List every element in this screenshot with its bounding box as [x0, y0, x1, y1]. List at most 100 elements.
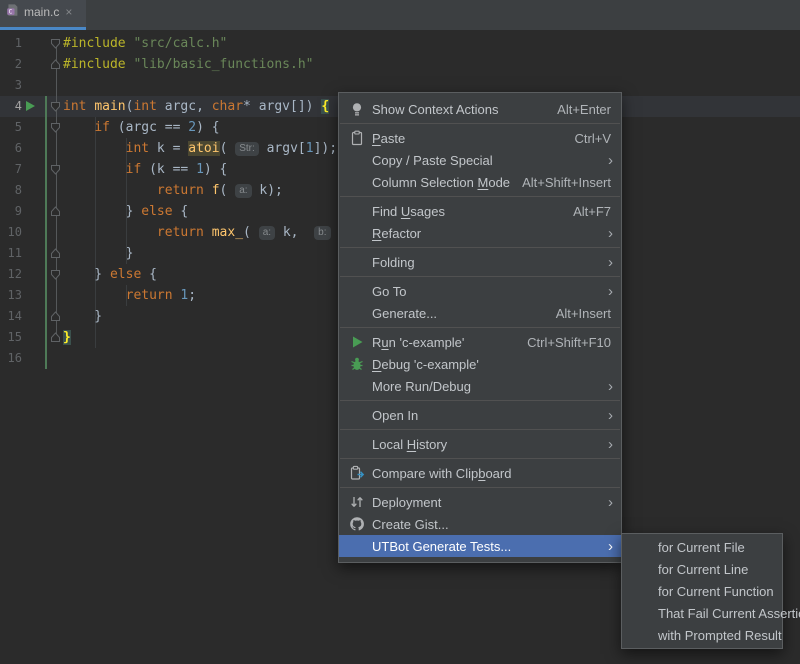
fold-marker-start[interactable]: [50, 264, 63, 285]
code-text: #include "src/calc.h": [63, 33, 227, 54]
code-text: } else {: [63, 264, 157, 285]
tab-main-c[interactable]: C main.c ×: [0, 0, 86, 30]
fold-marker-start[interactable]: [50, 33, 63, 54]
menu-separator: [340, 400, 620, 401]
menu-item-label: Show Context Actions: [372, 102, 498, 117]
menu-item-find-usages[interactable]: Find Usages Alt+F7: [339, 200, 621, 222]
menu-item-label: Refactor: [372, 226, 421, 241]
fold-marker-start[interactable]: [50, 159, 63, 180]
menu-item-label: Paste: [372, 131, 405, 146]
menu-item-more-run-debug[interactable]: More Run/Debug ›: [339, 375, 621, 397]
ide-window: C main.c × 1#include "src/calc.h"2 #inclu…: [0, 0, 800, 664]
inlay-hint: b:: [314, 226, 330, 240]
menu-item-icon-empty: [349, 254, 365, 270]
line-number-11: 11: [0, 243, 22, 264]
gutter-annotation-slot: [22, 180, 50, 201]
tab-title: main.c: [24, 5, 59, 19]
code-line-1[interactable]: 1#include "src/calc.h": [0, 33, 800, 54]
submenu-item-for-current-function[interactable]: for Current Function: [622, 580, 782, 602]
submenu-chevron-icon: ›: [608, 539, 613, 554]
submenu-item-that-fail-current-assertion[interactable]: That Fail Current Assertion: [622, 602, 782, 624]
line-number-14: 14: [0, 306, 22, 327]
code-text: #include "lib/basic_functions.h": [63, 54, 313, 75]
menu-item-copy-paste-special[interactable]: Copy / Paste Special›: [339, 149, 621, 171]
line-number-4: 4: [0, 96, 22, 117]
menu-item-column-selection-mode[interactable]: Column Selection ModeAlt+Shift+Insert: [339, 171, 621, 193]
fold-marker-end[interactable]: [50, 327, 63, 348]
submenu-chevron-icon: ›: [608, 495, 613, 510]
fold-marker-end[interactable]: [50, 54, 63, 75]
menu-item-icon-empty: [635, 583, 651, 599]
menu-separator: [340, 429, 620, 430]
compare-clipboard-icon: [349, 465, 365, 481]
fold-marker-end[interactable]: [50, 243, 63, 264]
menu-item-open-in[interactable]: Open In›: [339, 404, 621, 426]
gutter-annotation-slot: [22, 306, 50, 327]
menu-item-label: for Current Function: [658, 584, 774, 599]
menu-separator: [340, 196, 620, 197]
line-number-10: 10: [0, 222, 22, 243]
line-number-3: 3: [0, 75, 22, 96]
github-icon: [349, 516, 365, 532]
gutter-annotation-slot: [22, 54, 50, 75]
menu-item-create-gist[interactable]: Create Gist...: [339, 513, 621, 535]
fold-marker-end[interactable]: [50, 306, 63, 327]
menu-item-label: Open In: [372, 408, 418, 423]
menu-item-compare-with-clipboard[interactable]: Compare with Clipboard: [339, 462, 621, 484]
menu-item-label: That Fail Current Assertion: [658, 606, 800, 621]
tab-close-icon[interactable]: ×: [65, 6, 72, 18]
menu-item-icon-empty: [635, 605, 651, 621]
gutter-annotation-slot: [22, 201, 50, 222]
menu-item-shortcut: Ctrl+V: [575, 131, 611, 146]
clipboard-icon: [349, 130, 365, 146]
menu-item-icon-empty: [349, 407, 365, 423]
gutter-annotation-slot: [22, 138, 50, 159]
line-number-2: 2: [0, 54, 22, 75]
c-file-icon: C: [6, 3, 19, 22]
run-line-marker-icon[interactable]: [26, 101, 35, 111]
fold-marker-end[interactable]: [50, 201, 63, 222]
menu-item-label: Create Gist...: [372, 517, 449, 532]
line-number-12: 12: [0, 264, 22, 285]
menu-item-go-to[interactable]: Go To›: [339, 280, 621, 302]
menu-item-show-context-actions[interactable]: Show Context ActionsAlt+Enter: [339, 98, 621, 120]
menu-item-paste[interactable]: Paste Ctrl+V: [339, 127, 621, 149]
menu-item-shortcut: Alt+Shift+Insert: [522, 175, 611, 190]
gutter-annotation-slot: [22, 159, 50, 180]
submenu-item-with-prompted-result[interactable]: with Prompted Result: [622, 624, 782, 646]
submenu-item-for-current-line[interactable]: for Current Line: [622, 558, 782, 580]
fold-marker-start[interactable]: [50, 96, 63, 117]
fold-gutter-slot: [50, 138, 63, 159]
submenu-chevron-icon: ›: [608, 379, 613, 394]
code-text: return 1;: [63, 285, 196, 306]
menu-item-deployment[interactable]: Deployment›: [339, 491, 621, 513]
submenu-item-for-current-file[interactable]: for Current File: [622, 536, 782, 558]
code-text: int k = atoi( Str: argv[1]);: [63, 138, 337, 159]
line-number-7: 7: [0, 159, 22, 180]
menu-item-generate[interactable]: Generate...Alt+Insert: [339, 302, 621, 324]
menu-item-folding[interactable]: Folding›: [339, 251, 621, 273]
inlay-hint: Str:: [235, 142, 259, 156]
menu-item-label: More Run/Debug: [372, 379, 471, 394]
line-number-15: 15: [0, 327, 22, 348]
menu-item-utbot-generate-tests[interactable]: UTBot Generate Tests...›: [339, 535, 621, 557]
code-line-2[interactable]: 2 #include "lib/basic_functions.h": [0, 54, 800, 75]
menu-separator: [340, 123, 620, 124]
menu-item-shortcut: Ctrl+Shift+F10: [527, 335, 611, 350]
code-text: } else {: [63, 201, 188, 222]
menu-item-label: Find Usages: [372, 204, 445, 219]
menu-item-run-c-example[interactable]: Run 'c-example'Ctrl+Shift+F10: [339, 331, 621, 353]
menu-item-debug-c-example[interactable]: Debug 'c-example': [339, 353, 621, 375]
code-text: }: [63, 243, 133, 264]
inlay-hint: a:: [235, 184, 251, 198]
editor-tab-bar: C main.c ×: [0, 0, 800, 30]
menu-item-shortcut: Alt+F7: [573, 204, 611, 219]
menu-separator: [340, 327, 620, 328]
gutter-annotation-slot: [22, 33, 50, 54]
submenu-chevron-icon: ›: [608, 255, 613, 270]
fold-marker-start[interactable]: [50, 117, 63, 138]
code-text: if (argc == 2) {: [63, 117, 220, 138]
menu-item-refactor[interactable]: Refactor›: [339, 222, 621, 244]
utbot-generate-tests-submenu: for Current Filefor Current Line for Curr…: [621, 533, 783, 649]
menu-item-local-history[interactable]: Local History›: [339, 433, 621, 455]
